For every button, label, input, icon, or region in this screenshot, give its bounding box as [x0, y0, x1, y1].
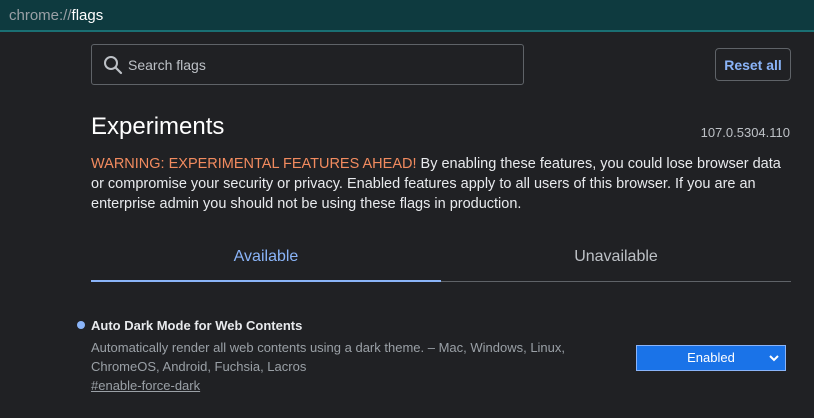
- address-bar[interactable]: chrome://flags: [0, 0, 814, 32]
- tab-unavailable[interactable]: Unavailable: [441, 236, 791, 282]
- search-box[interactable]: [91, 44, 524, 85]
- reset-all-button[interactable]: Reset all: [715, 48, 791, 81]
- flag-permalink[interactable]: #enable-force-dark: [91, 378, 200, 393]
- flag-item: Auto Dark Mode for Web Contents Automati…: [0, 316, 814, 406]
- version-number: 107.0.5304.110: [700, 125, 790, 140]
- url-host: flags: [71, 7, 104, 24]
- tab-bar: Available Unavailable: [91, 236, 791, 282]
- chevron-down-icon: [769, 355, 779, 362]
- url-text[interactable]: chrome://flags: [9, 6, 103, 26]
- flag-description: Automatically render all web contents us…: [91, 340, 566, 374]
- flag-name: Auto Dark Mode for Web Contents: [91, 318, 303, 333]
- flag-state-value: Enabled: [687, 350, 735, 365]
- tab-available[interactable]: Available: [91, 236, 441, 282]
- warning-message: WARNING: EXPERIMENTAL FEATURES AHEAD! By…: [91, 154, 791, 214]
- warning-heading: WARNING: EXPERIMENTAL FEATURES AHEAD!: [91, 156, 417, 172]
- active-tab-indicator: [91, 280, 441, 282]
- url-scheme: chrome://: [9, 7, 72, 24]
- search-input[interactable]: [128, 54, 508, 76]
- search-icon: [104, 56, 123, 75]
- flag-state-select[interactable]: Enabled: [636, 345, 786, 371]
- page-title: Experiments: [91, 113, 225, 140]
- modified-indicator-dot: [77, 321, 85, 329]
